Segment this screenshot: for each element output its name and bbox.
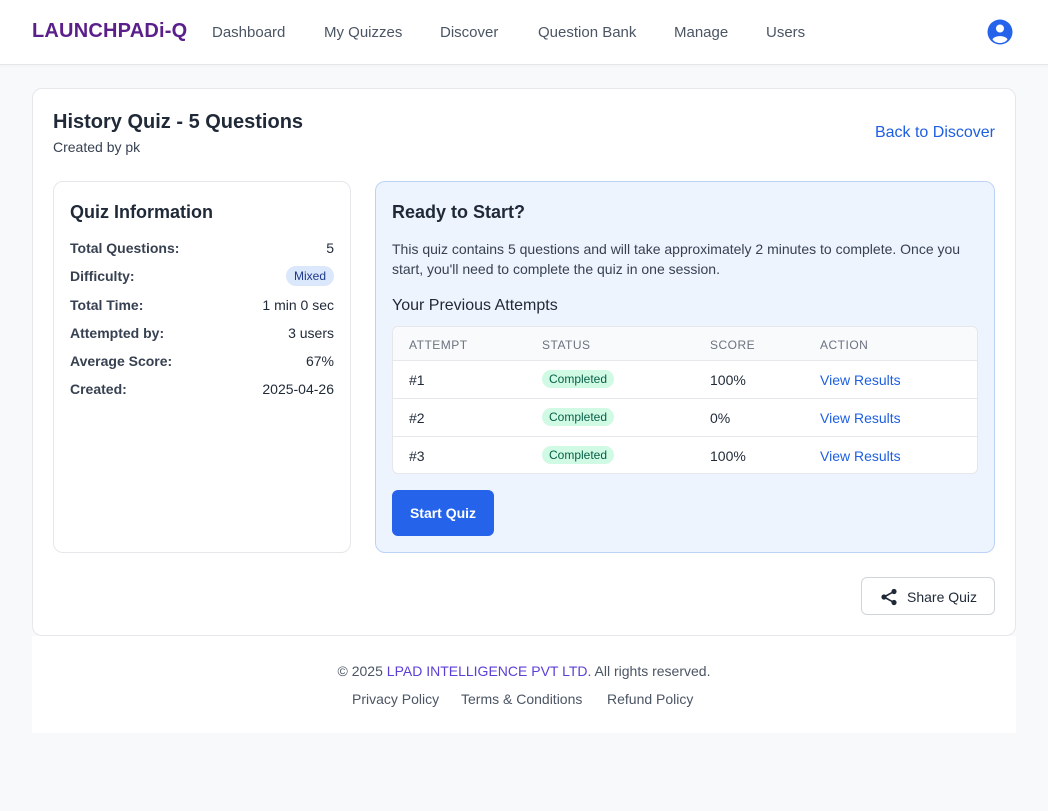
table-row: #3 Completed 100% View Results	[393, 437, 977, 473]
info-value: 5	[326, 240, 334, 256]
info-label: Created:	[70, 381, 127, 397]
info-row-total-questions: Total Questions: 5	[70, 238, 334, 258]
attempt-number: #2	[409, 410, 425, 426]
share-quiz-button[interactable]: Share Quiz	[861, 577, 995, 615]
attempt-score: 0%	[710, 410, 731, 426]
info-label: Total Time:	[70, 297, 144, 313]
quiz-information-panel: Quiz Information Total Questions: 5 Diff…	[53, 181, 351, 553]
view-results-link[interactable]: View Results	[820, 372, 901, 388]
info-row-attempted-by: Attempted by: 3 users	[70, 323, 334, 343]
start-quiz-button[interactable]: Start Quiz	[392, 490, 494, 536]
share-quiz-label: Share Quiz	[907, 589, 978, 605]
table-row: #1 Completed 100% View Results	[393, 361, 977, 399]
copyright-prefix: © 2025	[337, 663, 387, 679]
column-header-action: ACTION	[820, 338, 869, 352]
attempt-number: #3	[409, 448, 425, 464]
nav-manage[interactable]: Manage	[674, 24, 728, 41]
info-row-created: Created: 2025-04-26	[70, 379, 334, 399]
back-to-discover-link[interactable]: Back to Discover	[875, 124, 995, 142]
copyright-suffix: All rights reserved.	[591, 663, 711, 679]
brand-logo[interactable]: LAUNCHPADi-Q	[32, 20, 187, 43]
info-value: 2025-04-26	[262, 381, 334, 397]
attempt-score: 100%	[710, 372, 746, 388]
status-badge: Completed	[542, 408, 615, 426]
copyright-text: © 2025 LPAD INTELLIGENCE PVT LTD. All ri…	[32, 663, 1016, 679]
difficulty-badge: Mixed	[285, 266, 334, 286]
info-value: 1 min 0 sec	[262, 297, 334, 313]
info-label: Attempted by:	[70, 325, 165, 341]
table-row: #2 Completed 0% View Results	[393, 399, 977, 437]
nav-users[interactable]: Users	[766, 24, 805, 41]
info-row-average-score: Average Score: 67%	[70, 351, 334, 371]
info-row-difficulty: Difficulty: Mixed	[70, 266, 334, 286]
top-navbar: LAUNCHPADi-Q Dashboard My Quizzes Discov…	[0, 0, 1048, 65]
privacy-policy-link[interactable]: Privacy Policy	[352, 691, 439, 707]
ready-title: Ready to Start?	[392, 202, 526, 222]
attempt-number: #1	[409, 372, 425, 388]
column-header-score: SCORE	[710, 338, 756, 352]
user-profile-icon[interactable]	[987, 19, 1013, 45]
column-header-status: STATUS	[542, 338, 591, 352]
nav-discover[interactable]: Discover	[440, 24, 498, 41]
ready-to-start-panel: Ready to Start? This quiz contains 5 que…	[375, 181, 995, 553]
info-label: Average Score:	[70, 353, 173, 369]
ready-description: This quiz contains 5 questions and will …	[392, 241, 961, 277]
nav-dashboard[interactable]: Dashboard	[212, 24, 285, 41]
status-badge: Completed	[542, 446, 615, 464]
info-label: Total Questions:	[70, 240, 180, 256]
refund-policy-link[interactable]: Refund Policy	[607, 691, 693, 707]
info-row-total-time: Total Time: 1 min 0 sec	[70, 295, 334, 315]
attempt-score: 100%	[710, 448, 746, 464]
share-icon	[881, 588, 897, 606]
info-label: Difficulty:	[70, 268, 135, 284]
page-footer: © 2025 LPAD INTELLIGENCE PVT LTD. All ri…	[32, 636, 1016, 733]
nav-question-bank[interactable]: Question Bank	[538, 24, 636, 41]
status-badge: Completed	[542, 370, 615, 388]
info-value: 3 users	[288, 325, 334, 341]
quiz-information-title: Quiz Information	[70, 202, 213, 222]
previous-attempts-title: Your Previous Attempts	[392, 297, 558, 314]
view-results-link[interactable]: View Results	[820, 448, 901, 464]
attempts-table: ATTEMPT STATUS SCORE ACTION #1 Completed…	[392, 326, 978, 474]
info-value: 67%	[305, 353, 334, 369]
quiz-author: Created by pk	[53, 139, 141, 155]
view-results-link[interactable]: View Results	[820, 410, 901, 426]
quiz-title: History Quiz - 5 Questions	[53, 111, 304, 133]
attempts-table-header: ATTEMPT STATUS SCORE ACTION	[393, 327, 977, 361]
nav-my-quizzes[interactable]: My Quizzes	[324, 24, 402, 41]
column-header-attempt: ATTEMPT	[409, 338, 468, 352]
terms-conditions-link[interactable]: Terms & Conditions	[461, 691, 582, 707]
company-name: LPAD INTELLIGENCE PVT LTD.	[386, 663, 592, 679]
